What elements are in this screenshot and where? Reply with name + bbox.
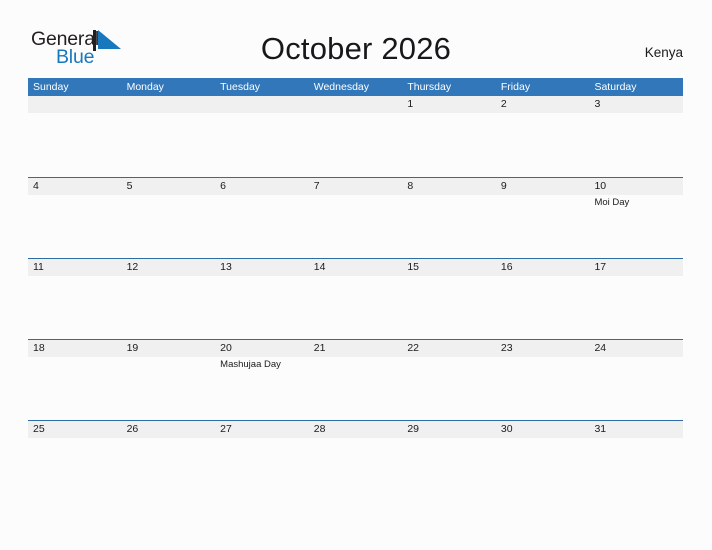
day-number: 30 [500,423,513,435]
day-number: 2 [500,98,507,110]
day-number: 13 [220,261,232,273]
day-number: 11 [33,261,44,273]
day-number: 29 [407,423,419,435]
day-cell[interactable]: 18 [28,340,122,420]
day-cell[interactable] [28,96,122,177]
weekday-friday: Friday [500,81,531,93]
day-cell[interactable]: 8 [402,178,496,258]
day-cell[interactable]: 14 [309,259,403,339]
day-number: 21 [313,342,326,354]
day-number: 14 [313,261,326,273]
day-cell[interactable]: 20 Mashujaa Day [215,340,309,420]
day-number: 18 [33,342,45,354]
day-cell[interactable]: 22 [402,340,496,420]
day-number: 1 [407,98,414,110]
day-cell[interactable]: 1 [402,96,496,177]
day-number: 24 [594,342,607,354]
day-number: 5 [126,180,133,192]
weekday-monday: Monday [126,81,164,93]
day-cell[interactable]: 7 [309,178,403,258]
day-number: 26 [126,423,139,435]
day-number: 28 [313,423,326,435]
day-number: 27 [220,423,232,435]
day-number: 19 [126,342,139,354]
day-number [314,96,403,113]
day-cell[interactable]: 10 Moi Day [589,178,683,258]
week-row: 1 2 3 [28,96,683,177]
day-cell[interactable]: 17 [589,259,683,339]
day-cell[interactable]: 23 [496,340,590,420]
day-cell[interactable]: 24 [589,340,683,420]
day-number: 6 [220,180,226,192]
day-cell[interactable]: 30 [496,421,590,501]
day-cell[interactable]: 15 [402,259,496,339]
week-row: 4 5 6 7 8 9 10 Moi Day [28,177,683,258]
day-cell[interactable]: 16 [496,259,590,339]
day-cell[interactable]: 3 [589,96,683,177]
day-event: Mashujaa Day [220,359,281,370]
week-row: 11 12 13 14 15 16 17 [28,258,683,339]
day-number: 7 [313,180,320,192]
day-number: 12 [126,261,139,273]
day-cell[interactable]: 11 [28,259,122,339]
weekday-thursday: Thursday [407,81,452,93]
day-number [220,96,309,113]
day-cell[interactable]: 5 [122,178,216,258]
day-cell[interactable]: 4 [28,178,122,258]
page-header: General Blue October 2026 Kenya [0,0,712,78]
day-number: 15 [407,261,419,273]
weekday-header-row: Sunday Monday Tuesday Wednesday Thursday… [28,78,683,96]
day-cell[interactable]: 13 [215,259,309,339]
day-number: 8 [407,180,414,192]
weekday-saturday: Saturday [594,81,637,93]
day-number: 23 [500,342,513,354]
day-cell[interactable]: 26 [122,421,216,501]
day-number: 16 [500,261,513,273]
day-event: Moi Day [594,197,630,208]
day-cell[interactable] [215,96,309,177]
day-cell[interactable] [309,96,403,177]
day-cell[interactable]: 6 [215,178,309,258]
page-title: October 2026 [260,31,452,66]
weekday-tuesday: Tuesday [220,81,261,93]
day-cell[interactable]: 29 [402,421,496,501]
country-label: Kenya [644,45,683,60]
calendar-grid: Sunday Monday Tuesday Wednesday Thursday… [28,78,683,501]
day-cell[interactable]: 27 [215,421,309,501]
day-number: 4 [33,180,39,192]
day-number [127,96,216,113]
calendar-page: General Blue October 2026 Kenya Sunday M… [0,0,712,550]
day-cell[interactable]: 31 [589,421,683,501]
day-cell[interactable]: 9 [496,178,590,258]
day-number: 3 [594,98,601,110]
day-cell[interactable] [122,96,216,177]
day-number: 9 [500,180,507,192]
day-number [33,96,122,113]
day-number: 22 [407,342,419,354]
day-number: 17 [594,261,607,273]
day-cell[interactable]: 12 [122,259,216,339]
day-cell[interactable]: 25 [28,421,122,501]
week-row: 18 19 20 Mashujaa Day 21 22 23 24 [28,339,683,420]
week-row: 25 26 27 28 29 30 31 [28,420,683,501]
day-number: 25 [33,423,45,435]
day-number: 10 [594,180,607,192]
day-cell[interactable]: 21 [309,340,403,420]
day-cell[interactable]: 2 [496,96,590,177]
weekday-sunday: Sunday [33,81,69,93]
day-number: 20 [220,342,232,354]
weekday-wednesday: Wednesday [313,81,369,93]
day-number: 31 [594,423,607,435]
day-cell[interactable]: 19 [122,340,216,420]
day-cell[interactable]: 28 [309,421,403,501]
